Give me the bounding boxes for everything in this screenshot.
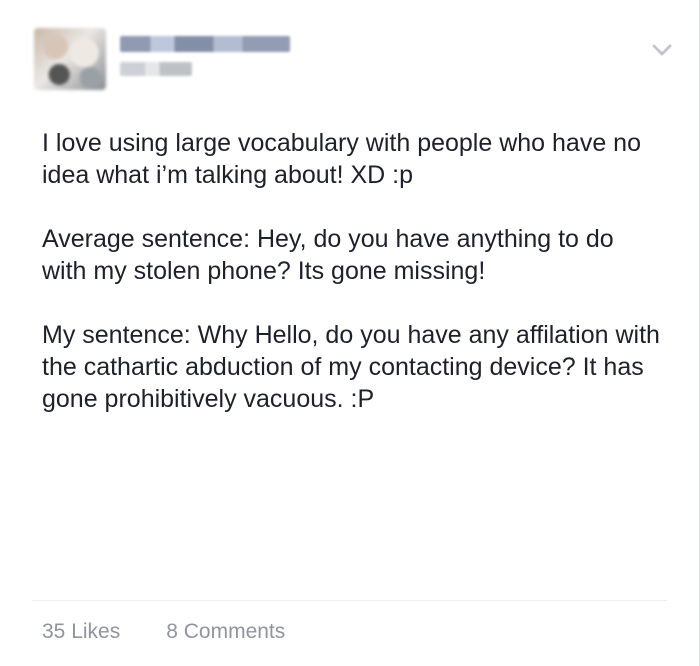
avatar[interactable] (34, 28, 106, 90)
post-paragraph-3: My sentence: Why Hello, do you have any … (42, 321, 667, 413)
post-footer: 35 Likes 8 Comments (42, 620, 285, 644)
comments-count-link[interactable]: 8 Comments (166, 620, 285, 644)
chevron-down-icon (652, 44, 672, 56)
likes-count-link[interactable]: 35 Likes (42, 620, 120, 644)
post-meta-blurred (120, 62, 192, 76)
post-paragraph-2: Average sentence: Hey, do you have anyth… (42, 225, 621, 285)
post-card: I love using large vocabulary with peopl… (0, 0, 700, 666)
post-options-button[interactable] (650, 40, 674, 60)
post-header (34, 28, 674, 90)
post-paragraph-1: I love using large vocabulary with peopl… (42, 129, 648, 189)
footer-divider (32, 600, 667, 601)
author-name-blurred[interactable] (120, 36, 290, 52)
post-text: I love using large vocabulary with peopl… (42, 127, 662, 447)
